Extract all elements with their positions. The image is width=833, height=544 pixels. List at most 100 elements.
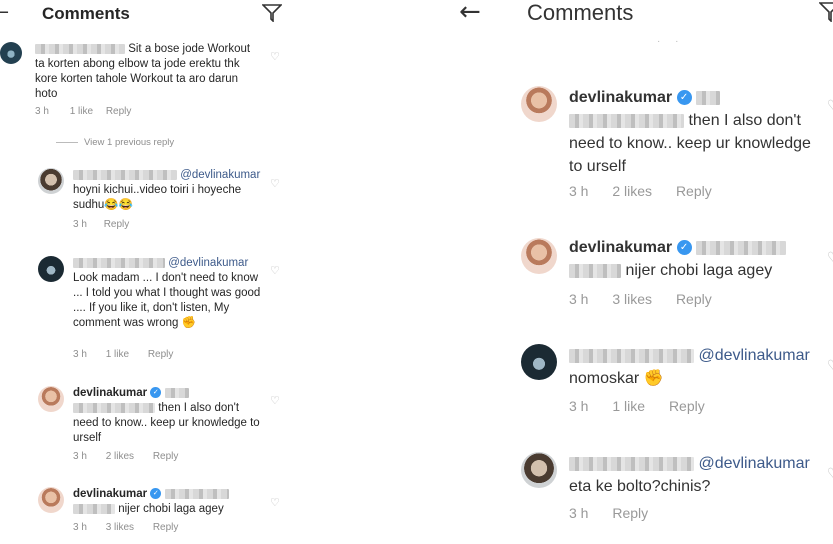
comment-time: 3 h — [73, 349, 87, 360]
reply-button[interactable]: Reply — [612, 505, 648, 521]
heart-icon[interactable]: ♡ — [270, 394, 280, 407]
reply-button[interactable]: Reply — [676, 291, 712, 307]
comment-body: @devlinakumar hoyni kichui..video toiri … — [73, 168, 268, 213]
avatar[interactable] — [521, 238, 557, 274]
comment-meta: 3 h 1 like Reply — [569, 398, 705, 414]
comment-body: @devlinakumar eta ke bolto?chinis? — [569, 452, 829, 498]
reply-button[interactable]: Reply — [106, 106, 132, 117]
comment-text: nomoskar ✊ — [569, 370, 664, 387]
like-count[interactable]: 1 like — [106, 349, 129, 360]
avatar[interactable] — [0, 42, 22, 64]
comment-time: 3 h — [569, 183, 589, 199]
redacted-mention — [164, 488, 229, 499]
comment-meta: 3 h 3 likes Reply — [73, 522, 178, 533]
redacted-username — [73, 257, 165, 268]
reply-button[interactable]: Reply — [669, 398, 705, 414]
mention-link[interactable]: @devlinakumar — [168, 257, 248, 269]
comment-body: devlinakumar ✓ nijer chobi laga agey — [73, 487, 263, 517]
avatar[interactable] — [521, 344, 557, 380]
comment-time: 3 h — [569, 291, 589, 307]
back-arrow-icon[interactable]: ← — [0, 2, 9, 23]
like-count[interactable]: 3 likes — [106, 522, 134, 533]
mention-link[interactable]: @devlinakumar — [698, 347, 809, 364]
heart-icon[interactable]: ♡ — [270, 177, 280, 190]
heart-icon[interactable]: ♡ — [270, 50, 280, 63]
heart-icon[interactable]: ♡ — [827, 358, 833, 374]
redacted-mention — [164, 387, 189, 398]
comments-header: ← Comments — [0, 0, 291, 30]
heart-icon[interactable]: ♡ — [827, 250, 833, 266]
like-count[interactable]: 3 likes — [612, 291, 652, 307]
verified-badge-icon: ✓ — [150, 387, 162, 399]
comment-text: eta ke bolto?chinis? — [569, 478, 711, 495]
heart-icon[interactable]: ♡ — [270, 496, 280, 509]
heart-icon[interactable]: ♡ — [270, 264, 280, 277]
back-arrow-icon[interactable]: ← — [459, 0, 481, 27]
left-screenshot: ← Comments Sit a bose jode Workout ta ko… — [0, 0, 291, 544]
comment-meta: 3 h Reply — [569, 505, 648, 521]
mention-link[interactable]: @devlinakumar — [180, 169, 260, 181]
comment-meta: 3 h 1 like Reply — [35, 106, 131, 117]
redacted-mention — [569, 113, 684, 128]
reply-button[interactable]: Reply — [676, 183, 712, 199]
comment-time: 3 h — [35, 106, 49, 117]
page-title: Comments — [527, 0, 634, 25]
like-count[interactable]: 2 likes — [612, 183, 652, 199]
comment-body: Sit a bose jode Workout ta korten abong … — [35, 42, 257, 102]
comment-text: nijer chobi laga agey — [625, 262, 773, 279]
redacted-mention — [696, 90, 721, 105]
username[interactable]: devlinakumar — [569, 239, 672, 256]
comment-meta: 3 h Reply — [73, 219, 129, 230]
reply-button[interactable]: Reply — [104, 219, 130, 230]
username[interactable]: devlinakumar — [569, 89, 672, 106]
reply-button[interactable]: Reply — [153, 451, 179, 462]
reply-button[interactable]: Reply — [153, 522, 179, 533]
comment-text: hoyni kichui..video toiri i hoyeche sudh… — [73, 184, 242, 211]
avatar[interactable] — [521, 452, 557, 488]
heart-icon[interactable]: ♡ — [827, 466, 833, 482]
redacted-mention — [696, 240, 787, 255]
username[interactable]: devlinakumar — [73, 387, 147, 399]
comment-time: 3 h — [569, 505, 589, 521]
like-count[interactable]: 2 likes — [106, 451, 134, 462]
avatar[interactable] — [38, 168, 64, 194]
comments-header: ← Comments — [419, 0, 833, 30]
avatar[interactable] — [521, 86, 557, 122]
divider — [56, 141, 78, 143]
reply-button[interactable]: Reply — [148, 349, 174, 360]
comment-text: nijer chobi laga agey — [118, 503, 224, 515]
view-previous-replies[interactable]: View 1 previous reply — [56, 137, 174, 148]
comment-meta: 3 h 2 likes Reply — [569, 183, 712, 199]
redacted-username — [569, 348, 694, 363]
scroll-indicator: · · — [657, 36, 685, 47]
comment-meta: 3 h 2 likes Reply — [73, 451, 178, 462]
right-screenshot: ← Comments · · devlinakumar ✓ then I als… — [419, 0, 833, 544]
view-previous-label: View 1 previous reply — [84, 137, 175, 148]
mention-link[interactable]: @devlinakumar — [698, 455, 809, 472]
username[interactable]: devlinakumar — [73, 488, 147, 500]
like-count[interactable]: 1 like — [70, 106, 93, 117]
redacted-mention — [569, 263, 621, 278]
comment-time: 3 h — [73, 219, 87, 230]
avatar[interactable] — [38, 256, 64, 282]
verified-badge-icon: ✓ — [676, 240, 692, 256]
page-title: Comments — [42, 4, 130, 23]
comment-meta: 3 h 3 likes Reply — [569, 291, 712, 307]
avatar[interactable] — [38, 487, 64, 513]
like-count[interactable]: 1 like — [612, 398, 645, 414]
comment-body: devlinakumar ✓ then I also don't need to… — [73, 386, 263, 446]
filter-icon[interactable] — [819, 2, 833, 22]
comment-meta: 3 h 1 like Reply — [73, 349, 173, 360]
redacted-username — [569, 456, 694, 471]
comment-body: devlinakumar ✓ then I also don't need to… — [569, 86, 819, 178]
heart-icon[interactable]: ♡ — [827, 98, 833, 114]
redacted-mention — [73, 402, 155, 413]
avatar[interactable] — [38, 386, 64, 412]
filter-icon[interactable] — [262, 4, 282, 22]
verified-badge-icon: ✓ — [150, 488, 162, 500]
redacted-mention — [73, 503, 115, 514]
comment-body: @devlinakumar Look madam ... I don't nee… — [73, 256, 263, 331]
comment-time: 3 h — [73, 451, 87, 462]
redacted-username — [35, 43, 125, 54]
comment-text: Look madam ... I don't need to know ... … — [73, 272, 261, 329]
